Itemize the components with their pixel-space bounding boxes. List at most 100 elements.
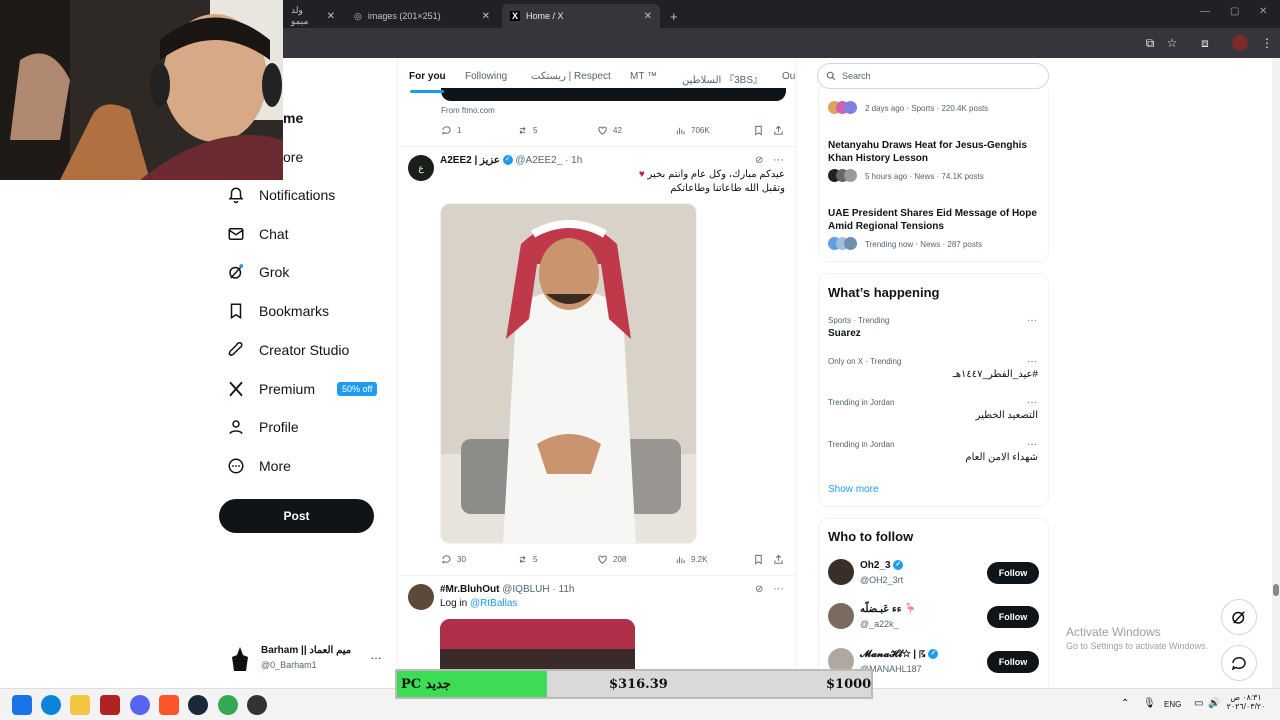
tab-ou[interactable]: Ou — [782, 71, 795, 82]
post-author-name[interactable]: A2EE2 | عزيز — [440, 155, 500, 166]
new-tab-button[interactable]: + — [662, 4, 682, 28]
nav-more[interactable]: More — [227, 451, 291, 481]
trend-title[interactable]: #عيد_الفطر_١٤٤٧هـ — [828, 369, 1038, 380]
file-explorer-icon[interactable] — [70, 695, 90, 715]
follow-name[interactable]: Oh2_3 — [860, 560, 891, 571]
post-time[interactable]: · 11h — [552, 584, 574, 595]
bookmark-icon[interactable] — [753, 125, 764, 136]
post-button[interactable]: Post — [219, 499, 374, 533]
repost-action[interactable]: 5 — [517, 554, 537, 565]
post-mention-link[interactable]: @RtBallas — [470, 598, 517, 609]
nav-bookmarks[interactable]: Bookmarks — [227, 296, 329, 326]
trend-title[interactable]: شهداء الامن العام — [828, 452, 1038, 463]
post-author-handle[interactable]: @A2EE2_ — [515, 155, 562, 166]
follow-button[interactable]: Follow — [987, 651, 1039, 673]
show-more-link[interactable]: Show more — [828, 484, 879, 495]
like-action[interactable]: 208 — [597, 554, 626, 565]
minimize-icon[interactable]: — — [1200, 6, 1210, 17]
nav-grok[interactable]: Grok — [227, 257, 289, 287]
profile-avatar[interactable] — [1232, 35, 1248, 51]
tab-respect[interactable]: ريستكت | Respect — [531, 71, 611, 82]
trend-title[interactable]: التصعيد الخطير — [828, 410, 1038, 421]
follow-name[interactable]: 𝓜𝓪𝓷𝓪𝓗𝓵☆ | ☈ — [860, 649, 926, 660]
grok-icon[interactable]: ⊘ — [755, 155, 763, 166]
steam-icon[interactable] — [188, 695, 208, 715]
tab-mt[interactable]: MT ™ — [630, 71, 657, 82]
microphone-icon[interactable]: 🎙 — [1143, 698, 1156, 709]
views-action[interactable]: 706K — [675, 125, 710, 136]
grok-icon[interactable]: ⊘ — [755, 584, 763, 595]
volume-icon[interactable]: 🔊 — [1208, 698, 1220, 709]
tab-images[interactable]: ◎ images (201×251) ✕ — [346, 4, 498, 28]
nav-explore-partial[interactable]: ore — [283, 149, 303, 165]
post-menu-icon[interactable]: ··· — [773, 154, 784, 166]
obs-icon[interactable] — [247, 695, 267, 715]
nav-chat[interactable]: Chat — [227, 219, 289, 249]
post-avatar[interactable] — [408, 584, 434, 610]
like-action[interactable]: 42 — [597, 125, 622, 136]
follow-avatar[interactable] — [828, 603, 854, 629]
account-switcher[interactable]: Barham || ميم العماد @0_Barham1 … — [228, 645, 388, 675]
grok-fab-button[interactable] — [1221, 599, 1257, 635]
account-menu-icon[interactable]: … — [370, 648, 382, 662]
reply-action[interactable]: 30 — [441, 554, 466, 565]
follow-avatar[interactable] — [828, 559, 854, 585]
brave-icon[interactable] — [159, 695, 179, 715]
close-icon[interactable]: ✕ — [644, 11, 652, 22]
ad-media-bottom[interactable] — [441, 88, 786, 101]
reply-action[interactable]: 1 — [441, 125, 461, 136]
scrollbar-thumb[interactable] — [1273, 584, 1279, 596]
close-icon[interactable]: ✕ — [482, 11, 490, 22]
nav-home-partial[interactable]: me — [283, 110, 303, 126]
news-title[interactable]: UAE President Shares Eid Message of Hope… — [828, 207, 1038, 233]
language-indicator[interactable]: ENG — [1164, 700, 1181, 709]
post-author-handle[interactable]: @IQBLUH — [502, 584, 549, 595]
discord-icon[interactable] — [130, 695, 150, 715]
share-icon[interactable] — [773, 554, 784, 565]
post-menu-icon[interactable]: ··· — [773, 583, 784, 595]
close-window-icon[interactable]: ✕ — [1259, 6, 1267, 17]
post-author-name[interactable]: #Mr.BluhOut — [440, 584, 499, 595]
ad-source[interactable]: From ftmo.com — [441, 106, 495, 115]
clock[interactable]: ٠٨:٣١ ص ٢٠٢٦/٠٣/٢٠ — [1226, 693, 1266, 711]
extensions-icon[interactable]: ⧈ — [1196, 34, 1214, 52]
cast-icon[interactable]: ⧉ — [1141, 34, 1159, 52]
menu-dots-icon[interactable]: ⋮ — [1258, 34, 1276, 52]
tray-chevron-icon[interactable]: ⌃ — [1121, 698, 1129, 709]
tab-salateen[interactable]: السلاطين 『3BS』 — [682, 71, 763, 86]
tab-for-you[interactable]: For you — [409, 71, 446, 82]
bookmark-icon[interactable] — [753, 554, 764, 565]
messages-fab-button[interactable] — [1221, 645, 1257, 681]
repost-action[interactable]: 5 — [517, 125, 537, 136]
edge-icon[interactable] — [41, 695, 61, 715]
search-input[interactable]: Search — [817, 63, 1049, 89]
tab-following[interactable]: Following — [465, 71, 507, 82]
post-time[interactable]: · 1h — [565, 155, 582, 166]
chrome-icon[interactable] — [218, 695, 238, 715]
trend-title[interactable]: Suarez — [828, 328, 861, 339]
follow-button[interactable]: Follow — [987, 562, 1039, 584]
follow-name[interactable]: ءء عَبـضلّه 🦩 — [860, 604, 917, 615]
start-windows-icon[interactable] — [12, 695, 32, 715]
trend-menu-icon[interactable]: ··· — [1027, 439, 1037, 450]
follow-button[interactable]: Follow — [987, 606, 1039, 628]
nav-notifications[interactable]: Notifications — [227, 180, 335, 210]
views-action[interactable]: 9.2K — [675, 554, 707, 565]
nav-creator-studio[interactable]: Creator Studio — [227, 335, 349, 365]
post-avatar[interactable]: ع — [408, 155, 434, 181]
trend-menu-icon[interactable]: ··· — [1027, 315, 1037, 326]
bookmark-star-icon[interactable]: ☆ — [1163, 34, 1181, 52]
close-icon[interactable]: ✕ — [327, 11, 335, 22]
news-title[interactable]: Netanyahu Draws Heat for Jesus-Genghis K… — [828, 139, 1038, 165]
page-scrollbar[interactable] — [1272, 58, 1280, 688]
network-icon[interactable]: ▭ — [1194, 698, 1203, 709]
tab-home-x[interactable]: X Home / X ✕ — [502, 4, 660, 28]
maximize-icon[interactable]: ▢ — [1230, 6, 1239, 17]
trend-menu-icon[interactable]: ··· — [1027, 356, 1037, 367]
trend-menu-icon[interactable]: ··· — [1027, 397, 1037, 408]
post-image[interactable] — [440, 203, 697, 544]
nav-profile[interactable]: Profile — [227, 412, 299, 442]
nav-premium[interactable]: Premium 50% off — [227, 374, 378, 404]
acrobat-icon[interactable] — [100, 695, 120, 715]
tab-walad-mimo[interactable]: ولد ميمو ✕ — [283, 4, 343, 28]
